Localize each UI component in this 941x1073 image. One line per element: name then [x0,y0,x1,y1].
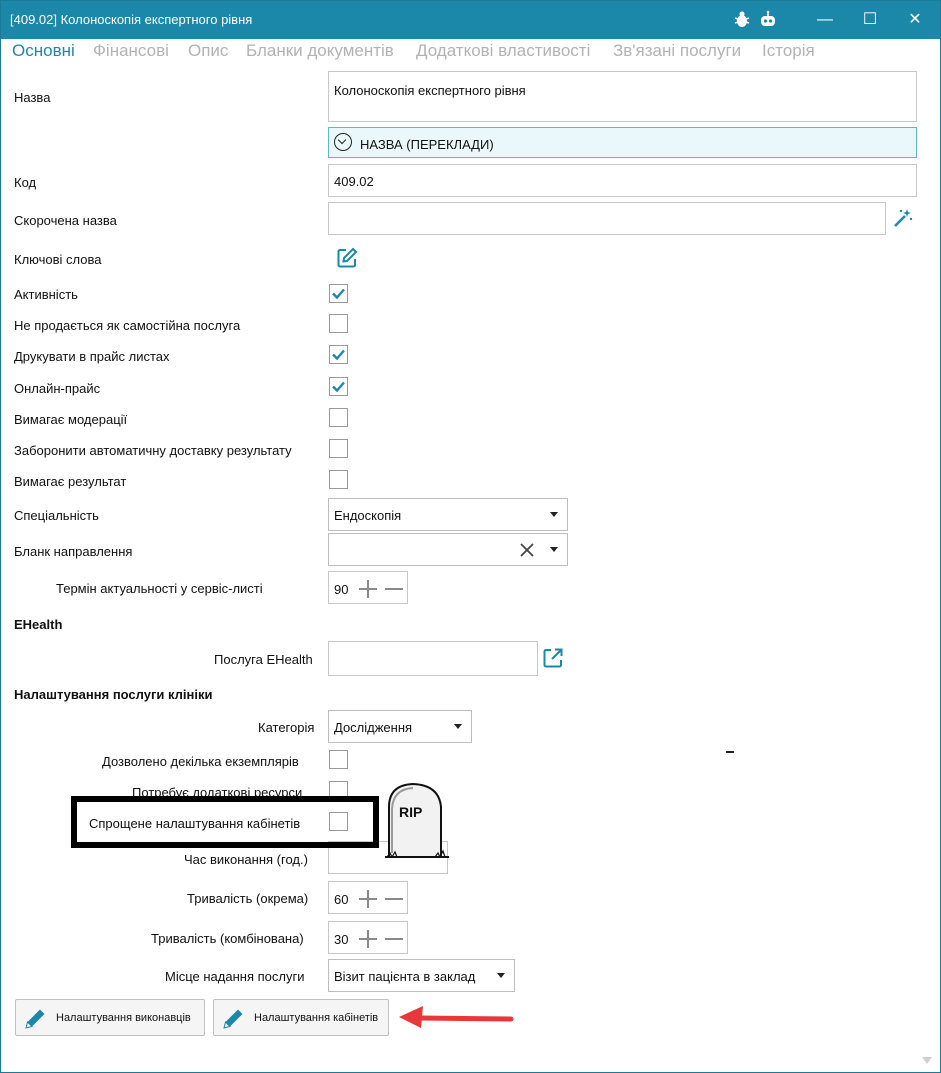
multiple-copies-checkbox[interactable] [329,750,348,769]
duration-separate-label: Тривалість (окрема) [187,891,309,906]
forbid-auto-delivery-checkbox[interactable] [329,439,348,458]
execution-time-label: Час виконання (год.) [184,852,308,867]
window-title: [409.02] Колоноскопія експертного рівня [10,12,253,27]
active-checkbox[interactable] [329,284,348,303]
tombstone-text: RIP [399,804,422,820]
ehealth-service-label: Послуга EHealth [214,652,313,667]
service-place-select[interactable]: Візит пацієнта в заклад [328,959,515,992]
title-bar: [409.02] Колоноскопія експертного рівня … [1,1,940,39]
tab-additional-properties[interactable]: Додаткові властивості [416,41,590,61]
stray-mark [726,751,734,753]
clinic-settings-header: Налаштування послуги клініки [14,687,213,702]
performers-settings-button[interactable]: Налаштування виконавців [15,999,205,1036]
edit-icon[interactable] [336,247,358,269]
tab-bar: Основні Фінансові Опис Бланки документів… [1,39,940,65]
ehealth-header: EHealth [14,617,63,632]
minus-icon[interactable] [385,930,403,948]
tab-financial[interactable]: Фінансові [93,41,169,61]
rooms-settings-label: Налаштування кабінетів [254,1012,379,1024]
translations-expander[interactable]: НАЗВА (ПЕРЕКЛАДИ) [328,127,917,158]
duration-combined-stepper[interactable]: 30 [328,921,408,954]
online-price-label: Онлайн-прайс [14,381,101,396]
specialty-select[interactable]: Ендоскопія [328,498,568,531]
duration-separate-value: 60 [334,892,349,907]
robot-icon[interactable] [758,10,778,30]
requires-result-checkbox[interactable] [329,470,348,489]
requires-result-label: Вимагає результат [14,474,127,489]
requires-moderation-label: Вимагає модерації [14,412,128,427]
specialty-label: Спеціальність [14,508,99,523]
specialty-value: Ендоскопія [334,508,402,523]
plus-icon[interactable] [359,890,377,908]
category-select[interactable]: Дослідження [328,710,472,743]
tab-history[interactable]: Історія [762,41,815,61]
close-button[interactable]: ✕ [895,7,935,33]
pencil-icon [223,1009,243,1029]
category-label: Категорія [258,720,315,735]
minimize-button[interactable]: — [805,7,845,33]
tab-main[interactable]: Основні [12,41,75,61]
chevron-down-icon [334,133,352,151]
online-price-checkbox[interactable] [329,377,348,396]
duration-separate-stepper[interactable]: 60 [328,881,408,914]
referral-form-select[interactable] [328,533,568,566]
name-label: Назва [14,90,51,105]
name-value: Колоноскопія експертного рівня [334,83,526,98]
tab-document-forms[interactable]: Бланки документів [246,41,394,61]
service-place-label: Місце надання послуги [165,969,305,984]
not-sold-separately-label: Не продається як самостійна послуга [14,318,241,333]
category-value: Дослідження [334,720,413,735]
resize-grip-icon[interactable] [922,1053,932,1064]
tombstone-icon: RIP [383,779,451,859]
maximize-button[interactable]: ☐ [850,7,890,33]
dropdown-arrow-icon [550,547,558,552]
not-sold-separately-checkbox[interactable] [329,314,348,333]
plus-icon[interactable] [359,580,377,598]
short-name-input[interactable] [328,202,886,235]
dropdown-arrow-icon [550,512,558,517]
highlight-box [71,796,379,848]
service-place-value: Візит пацієнта в заклад [334,969,476,984]
multiple-copies-label: Дозволено декілька екземплярів [102,754,299,769]
translations-label: НАЗВА (ПЕРЕКЛАДИ) [360,137,494,152]
pencil-icon [25,1009,45,1029]
ehealth-service-input[interactable] [328,641,538,676]
print-in-price-label: Друкувати в прайс листах [14,349,170,364]
tab-linked-services[interactable]: Зв'язані послуги [613,41,741,61]
print-in-price-checkbox[interactable] [329,345,348,364]
keywords-label: Ключові слова [14,252,102,267]
referral-form-label: Бланк направлення [14,544,133,559]
active-label: Активність [14,287,78,302]
open-external-icon[interactable] [542,647,564,669]
code-value: 409.02 [334,174,374,189]
relevance-term-label: Термін актуальності у сервіс-листі [56,581,263,596]
name-input[interactable]: Колоноскопія експертного рівня [328,71,917,122]
minus-icon[interactable] [385,580,403,598]
duration-combined-value: 30 [334,932,349,947]
relevance-term-stepper[interactable]: 90 [328,571,408,604]
dropdown-arrow-icon [454,724,462,729]
code-label: Код [14,175,37,190]
code-input[interactable]: 409.02 [328,164,917,197]
relevance-term-value: 90 [334,582,349,597]
short-name-label: Скорочена назва [14,213,117,228]
plus-icon[interactable] [359,930,377,948]
clear-icon[interactable] [520,543,534,557]
forbid-auto-delivery-label: Заборонити автоматичну доставку результа… [14,443,292,458]
magic-wand-icon[interactable] [892,207,914,229]
dialog-window: [409.02] Колоноскопія експертного рівня … [0,0,941,1073]
tab-description[interactable]: Опис [188,41,228,61]
arrow-left-icon [397,1005,517,1031]
bug-icon[interactable] [732,10,752,30]
duration-combined-label: Тривалість (комбінована) [151,931,304,946]
minus-icon[interactable] [385,890,403,908]
requires-moderation-checkbox[interactable] [329,408,348,427]
dropdown-arrow-icon [497,973,505,978]
performers-settings-label: Налаштування виконавців [56,1012,191,1024]
rooms-settings-button[interactable]: Налаштування кабінетів [213,999,389,1036]
